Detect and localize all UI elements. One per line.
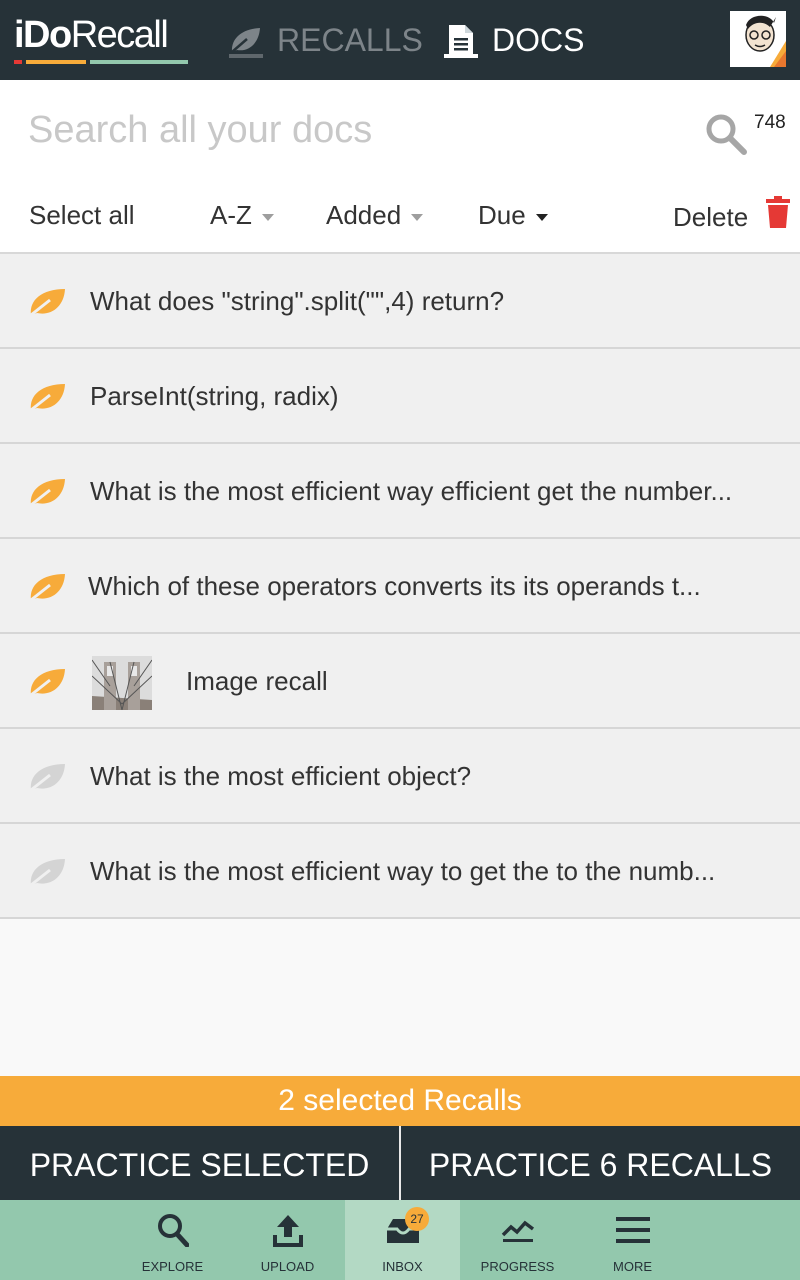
select-all-button[interactable]: Select all xyxy=(29,200,135,231)
tab-recalls[interactable]: RECALLS xyxy=(229,16,423,64)
practice-actions: PRACTICE SELECTED PRACTICE 6 RECALLS xyxy=(0,1126,800,1200)
list-item-title: Image recall xyxy=(186,666,328,696)
docs-list: What does "string".split("",4) return? P… xyxy=(0,254,800,919)
upload-icon xyxy=(230,1210,345,1250)
tab-recalls-label: RECALLS xyxy=(277,21,423,58)
tab-docs-label: DOCS xyxy=(492,21,585,58)
inbox-icon xyxy=(345,1210,460,1250)
leaf-icon xyxy=(28,381,68,418)
trending-icon xyxy=(460,1210,575,1250)
nav-inbox-label: INBOX xyxy=(382,1259,423,1274)
search-bar xyxy=(0,80,800,176)
list-item-title: What is the most efficient way efficient… xyxy=(90,476,733,506)
logo-underline xyxy=(14,60,188,64)
nav-upload-label: UPLOAD xyxy=(260,1259,315,1274)
sort-az-button[interactable]: A-Z xyxy=(210,200,274,231)
list-item[interactable]: Image recall xyxy=(0,634,800,729)
caret-down-icon xyxy=(261,214,274,221)
nav-progress[interactable]: PROGRESS xyxy=(460,1200,575,1280)
list-item-title: ParseInt(string, radix) xyxy=(90,381,339,411)
bottom-nav: EXPLORE UPLOAD INBOX PROGRESS MORE xyxy=(0,1200,800,1280)
nav-inbox[interactable]: INBOX xyxy=(345,1200,460,1280)
list-item-title: What does "string".split("",4) return? xyxy=(90,286,505,316)
nav-explore[interactable]: EXPLORE xyxy=(115,1200,230,1280)
search-input[interactable] xyxy=(28,102,668,158)
leaf-icon xyxy=(28,571,68,608)
sort-added-label: Added xyxy=(326,200,402,230)
logo-text-light: Recall xyxy=(70,14,169,56)
document-icon xyxy=(444,22,478,58)
nav-progress-label: PROGRESS xyxy=(480,1259,555,1274)
leaf-icon xyxy=(28,856,68,893)
sort-az-label: A-Z xyxy=(210,200,252,230)
leaf-icon xyxy=(28,761,68,798)
menu-icon xyxy=(575,1210,690,1250)
user-avatar[interactable] xyxy=(730,11,786,67)
nav-upload[interactable]: UPLOAD xyxy=(230,1200,345,1280)
list-item[interactable]: What does "string".split("",4) return? xyxy=(0,254,800,349)
app-header: iDoRecall RECALLS DOCS xyxy=(0,0,800,80)
list-toolbar: Select all A-Z Added Due Delete xyxy=(0,176,800,254)
caret-down-icon xyxy=(411,214,424,221)
sort-due-label: Due xyxy=(478,200,526,230)
list-item-title: What is the most efficient way to get th… xyxy=(90,856,716,886)
leaf-icon xyxy=(28,286,68,323)
list-item[interactable]: What is the most efficient object? xyxy=(0,729,800,824)
list-item-title: What is the most efficient object? xyxy=(90,761,472,791)
sort-added-button[interactable]: Added xyxy=(326,200,424,231)
doc-count: 748 xyxy=(754,112,786,133)
nav-more-label: MORE xyxy=(613,1259,652,1274)
trash-icon xyxy=(766,196,791,235)
list-item[interactable]: ParseInt(string, radix) xyxy=(0,349,800,444)
list-item[interactable]: What is the most efficient way efficient… xyxy=(0,444,800,539)
leaf-icon xyxy=(229,22,263,58)
delete-label: Delete xyxy=(673,202,749,232)
leaf-icon xyxy=(28,476,68,513)
practice-all-button[interactable]: PRACTICE 6 RECALLS xyxy=(401,1126,800,1200)
practice-selected-button[interactable]: PRACTICE SELECTED xyxy=(0,1126,399,1200)
selection-status: 2 selected Recalls xyxy=(0,1076,800,1126)
bridge-thumbnail-image xyxy=(92,656,152,710)
list-item[interactable]: Which of these operators converts its it… xyxy=(0,539,800,634)
inbox-badge: 27 xyxy=(405,1207,429,1231)
list-item-title: Which of these operators converts its it… xyxy=(88,571,701,601)
search-icon xyxy=(115,1210,230,1250)
caret-down-icon xyxy=(535,214,548,221)
nav-more[interactable]: MORE xyxy=(575,1200,690,1280)
list-item[interactable]: What is the most efficient way to get th… xyxy=(0,824,800,919)
sort-due-button[interactable]: Due xyxy=(478,200,548,231)
logo-text-bold: iDo xyxy=(14,14,72,56)
select-all-label: Select all xyxy=(29,200,135,230)
delete-button[interactable]: Delete xyxy=(673,196,791,235)
tab-docs[interactable]: DOCS xyxy=(444,16,584,64)
search-icon[interactable] xyxy=(704,112,748,161)
leaf-icon xyxy=(28,666,68,703)
app-logo[interactable]: iDoRecall xyxy=(14,14,169,57)
nav-explore-label: EXPLORE xyxy=(141,1259,204,1274)
